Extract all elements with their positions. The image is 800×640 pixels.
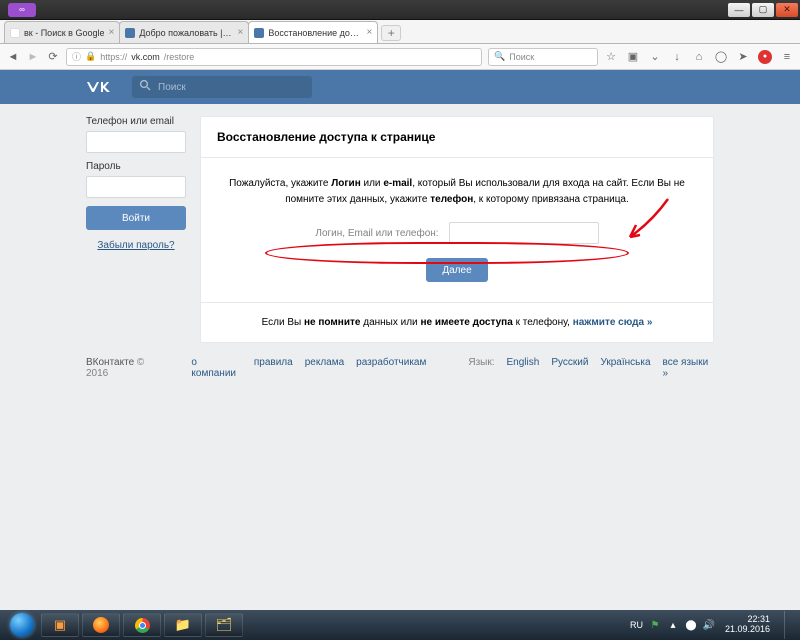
password-input[interactable] <box>86 176 186 198</box>
tray-lang[interactable]: RU <box>630 620 643 630</box>
taskbar-app-firefox[interactable] <box>82 613 120 637</box>
password-label: Пароль <box>86 161 186 172</box>
lang-link[interactable]: Українська <box>600 357 650 379</box>
share-icon[interactable]: ➤ <box>736 50 750 64</box>
taskbar-app-explorer[interactable]: 📁 <box>164 613 202 637</box>
instruction-text: Пожалуйста, укажите Логин или e-mail, ко… <box>225 176 689 208</box>
url-host: vk.com <box>131 52 160 62</box>
restore-alt-row: Если Вы не помните данных или не имеете … <box>201 302 713 342</box>
address-bar[interactable]: ⓘ 🔒 https:// vk.com/restore <box>66 48 482 66</box>
info-icon[interactable]: ⓘ <box>72 50 81 63</box>
vk-search-placeholder: Поиск <box>158 82 186 93</box>
taskbar-app[interactable]: 🗂 <box>205 613 243 637</box>
new-tab-button[interactable]: + <box>381 25 401 41</box>
home-icon[interactable]: ⌂ <box>692 50 706 64</box>
show-desktop-button[interactable] <box>784 611 794 639</box>
forgot-password-link[interactable]: Забыли пароль? <box>86 240 186 251</box>
tab-close-icon[interactable]: × <box>108 27 114 38</box>
reload-button[interactable]: ⟳ <box>46 50 60 64</box>
login-input[interactable] <box>86 131 186 153</box>
search-icon: 🔍 <box>494 51 505 62</box>
tray-clock[interactable]: 22:3121.09.2016 <box>721 615 774 635</box>
login-sidebar: Телефон или email Пароль Войти Забыли па… <box>86 116 186 343</box>
forward-button[interactable]: ► <box>26 50 40 64</box>
lang-link[interactable]: все языки » <box>663 357 715 379</box>
tab-label: Восстановление доступа … <box>268 28 362 38</box>
tray-volume-icon[interactable]: 🔊 <box>703 619 715 631</box>
browser-tab-active[interactable]: Восстановление доступа … × <box>248 21 378 43</box>
tab-close-icon[interactable]: × <box>366 27 372 38</box>
search-placeholder: Поиск <box>509 52 534 62</box>
pocket-icon[interactable]: ⌄ <box>648 50 662 64</box>
sync-icon[interactable]: ◯ <box>714 50 728 64</box>
vk-logo[interactable] <box>86 79 110 95</box>
next-button[interactable]: Далее <box>426 258 487 282</box>
browser-tabstrip: вк - Поиск в Google × Добро пожаловать |… <box>0 20 800 44</box>
window-maximize-button[interactable]: ▢ <box>752 3 774 17</box>
login-label: Телефон или email <box>86 116 186 127</box>
windows-taskbar: ▣ 📁 🗂 RU ⚑ ▴ ⬤ 🔊 22:3121.09.2016 <box>0 610 800 640</box>
system-tray: RU ⚑ ▴ ⬤ 🔊 22:3121.09.2016 <box>630 611 794 639</box>
click-here-link[interactable]: нажмите сюда » <box>573 317 653 328</box>
vk-search-input[interactable]: Поиск <box>132 76 312 98</box>
browser-search-input[interactable]: 🔍 Поиск <box>488 48 598 66</box>
menu-icon[interactable]: ≡ <box>780 50 794 64</box>
window-titlebar: ∞ — ▢ ✕ <box>0 0 800 20</box>
footer-link[interactable]: о компании <box>191 357 241 379</box>
tray-flag-icon[interactable]: ⚑ <box>649 619 661 631</box>
window-minimize-button[interactable]: — <box>728 3 750 17</box>
footer-link[interactable]: реклама <box>305 357 344 379</box>
google-favicon-icon <box>10 28 20 38</box>
reader-icon[interactable]: ▣ <box>626 50 640 64</box>
start-button[interactable] <box>6 611 38 639</box>
tab-close-icon[interactable]: × <box>237 27 243 38</box>
taskbar-app-chrome[interactable] <box>123 613 161 637</box>
lang-link[interactable]: English <box>507 357 540 379</box>
vk-favicon-icon <box>254 28 264 38</box>
vk-header: Поиск <box>0 70 800 104</box>
downloads-icon[interactable]: ↓ <box>670 50 684 64</box>
url-protocol: https:// <box>100 52 127 62</box>
lock-icon: 🔒 <box>85 51 96 62</box>
browser-tab[interactable]: Добро пожаловать | ВКон… × <box>119 21 249 43</box>
restore-input-label: Логин, Email или телефон: <box>315 228 438 239</box>
tray-chevron-icon[interactable]: ▴ <box>667 619 679 631</box>
back-button[interactable]: ◄ <box>6 50 20 64</box>
windows-orb-icon <box>10 613 34 637</box>
browser-tab[interactable]: вк - Поиск в Google × <box>4 21 120 43</box>
page-title: Восстановление доступа к странице <box>201 117 713 158</box>
adblock-icon[interactable]: ● <box>758 50 772 64</box>
vk-footer: ВКонтакте © 2016 о компании правила рекл… <box>86 357 714 379</box>
footer-link[interactable]: разработчикам <box>356 357 426 379</box>
search-icon <box>139 79 153 93</box>
tray-network-icon[interactable]: ⬤ <box>685 619 697 631</box>
firefox-badge: ∞ <box>8 3 36 17</box>
signin-button[interactable]: Войти <box>86 206 186 230</box>
tab-label: вк - Поиск в Google <box>24 28 104 38</box>
taskbar-app[interactable]: ▣ <box>41 613 79 637</box>
restore-input[interactable] <box>449 222 599 244</box>
vk-favicon-icon <box>125 28 135 38</box>
browser-navbar: ◄ ► ⟳ ⓘ 🔒 https:// vk.com/restore 🔍 Поиск… <box>0 44 800 70</box>
url-path: /restore <box>164 52 195 62</box>
window-close-button[interactable]: ✕ <box>776 3 798 17</box>
restore-panel: Восстановление доступа к странице Пожалу… <box>200 116 714 343</box>
lang-link[interactable]: Русский <box>551 357 588 379</box>
tab-label: Добро пожаловать | ВКон… <box>139 28 233 38</box>
footer-link[interactable]: правила <box>254 357 293 379</box>
bookmark-icon[interactable]: ☆ <box>604 50 618 64</box>
